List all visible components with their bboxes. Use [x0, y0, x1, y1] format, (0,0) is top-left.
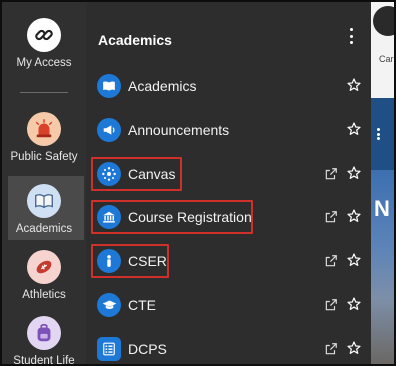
underlying-heading: N: [374, 196, 390, 221]
star-icon[interactable]: [346, 77, 362, 93]
list-item-label: Announcements: [128, 122, 230, 138]
rail-item-athletics[interactable]: Athletics: [2, 250, 86, 301]
list-item-canvas[interactable]: Canvas: [86, 154, 371, 194]
star-icon[interactable]: [346, 165, 362, 181]
list-item-dcps[interactable]: DCPS: [86, 329, 371, 364]
book-icon: [27, 184, 61, 218]
canvas-logo-icon: [97, 162, 121, 186]
camera-circle-icon: [373, 6, 394, 36]
rail-item-label: Academics: [15, 223, 73, 235]
siren-icon: [27, 112, 61, 146]
graduation-cap-icon: [97, 293, 121, 317]
rail-divider: [20, 92, 68, 93]
rail-item-label: Athletics: [22, 289, 66, 301]
backpack-icon: [27, 316, 61, 350]
document-list-icon: [97, 337, 121, 361]
navigation-rail: My Access Public Safety Academics Athlet…: [2, 2, 86, 366]
football-icon: [27, 250, 61, 284]
institution-icon: [97, 205, 121, 229]
star-icon[interactable]: [346, 296, 362, 312]
external-link-icon: [325, 299, 337, 311]
list-item-cser[interactable]: CSER: [86, 241, 371, 281]
star-icon[interactable]: [346, 208, 362, 224]
list-item-academics[interactable]: Academics: [86, 66, 371, 106]
rail-item-label: My Access: [16, 57, 72, 69]
book-open-icon: [97, 74, 121, 98]
list-item-announcements[interactable]: Announcements: [86, 110, 371, 150]
panel-title: Academics: [98, 32, 172, 48]
megaphone-icon: [97, 118, 121, 142]
more-options-icon[interactable]: [348, 28, 354, 44]
underlying-tab-label: Car: [379, 54, 394, 64]
external-link-icon: [325, 255, 337, 267]
external-link-icon: [325, 343, 337, 355]
star-icon[interactable]: [346, 121, 362, 137]
rail-item-label: Public Safety: [10, 151, 78, 163]
rail-item-my-access[interactable]: My Access: [2, 18, 86, 69]
list-item-label: DCPS: [128, 341, 167, 357]
external-link-icon: [325, 211, 337, 223]
star-icon[interactable]: [346, 340, 362, 356]
rail-item-academics[interactable]: Academics: [2, 184, 86, 235]
underlying-toolbar: [371, 98, 394, 170]
list-item-label: Academics: [128, 78, 197, 94]
person-icon: [97, 249, 121, 273]
list-item-label: CSER: [128, 253, 167, 269]
list-item-label: CTE: [128, 297, 156, 313]
star-icon[interactable]: [346, 252, 362, 268]
list-item-course-registration[interactable]: Course Registration: [86, 197, 371, 237]
rail-item-public-safety[interactable]: Public Safety: [2, 112, 86, 163]
link-icon: [27, 18, 61, 52]
app-window: My Access Public Safety Academics Athlet…: [0, 0, 396, 366]
underlying-page-sliver: Car N: [371, 2, 394, 364]
list-item-cte[interactable]: CTE: [86, 285, 371, 325]
list-item-label: Course Registration: [128, 209, 252, 225]
rail-item-student-life[interactable]: Student Life: [2, 316, 86, 366]
external-link-icon: [325, 168, 337, 180]
list-item-label: Canvas: [128, 166, 176, 182]
rail-item-label: Student Life: [13, 355, 75, 366]
underlying-more-icon: [377, 128, 380, 140]
academics-panel: Academics Academics Announcements Canvas: [86, 2, 371, 364]
